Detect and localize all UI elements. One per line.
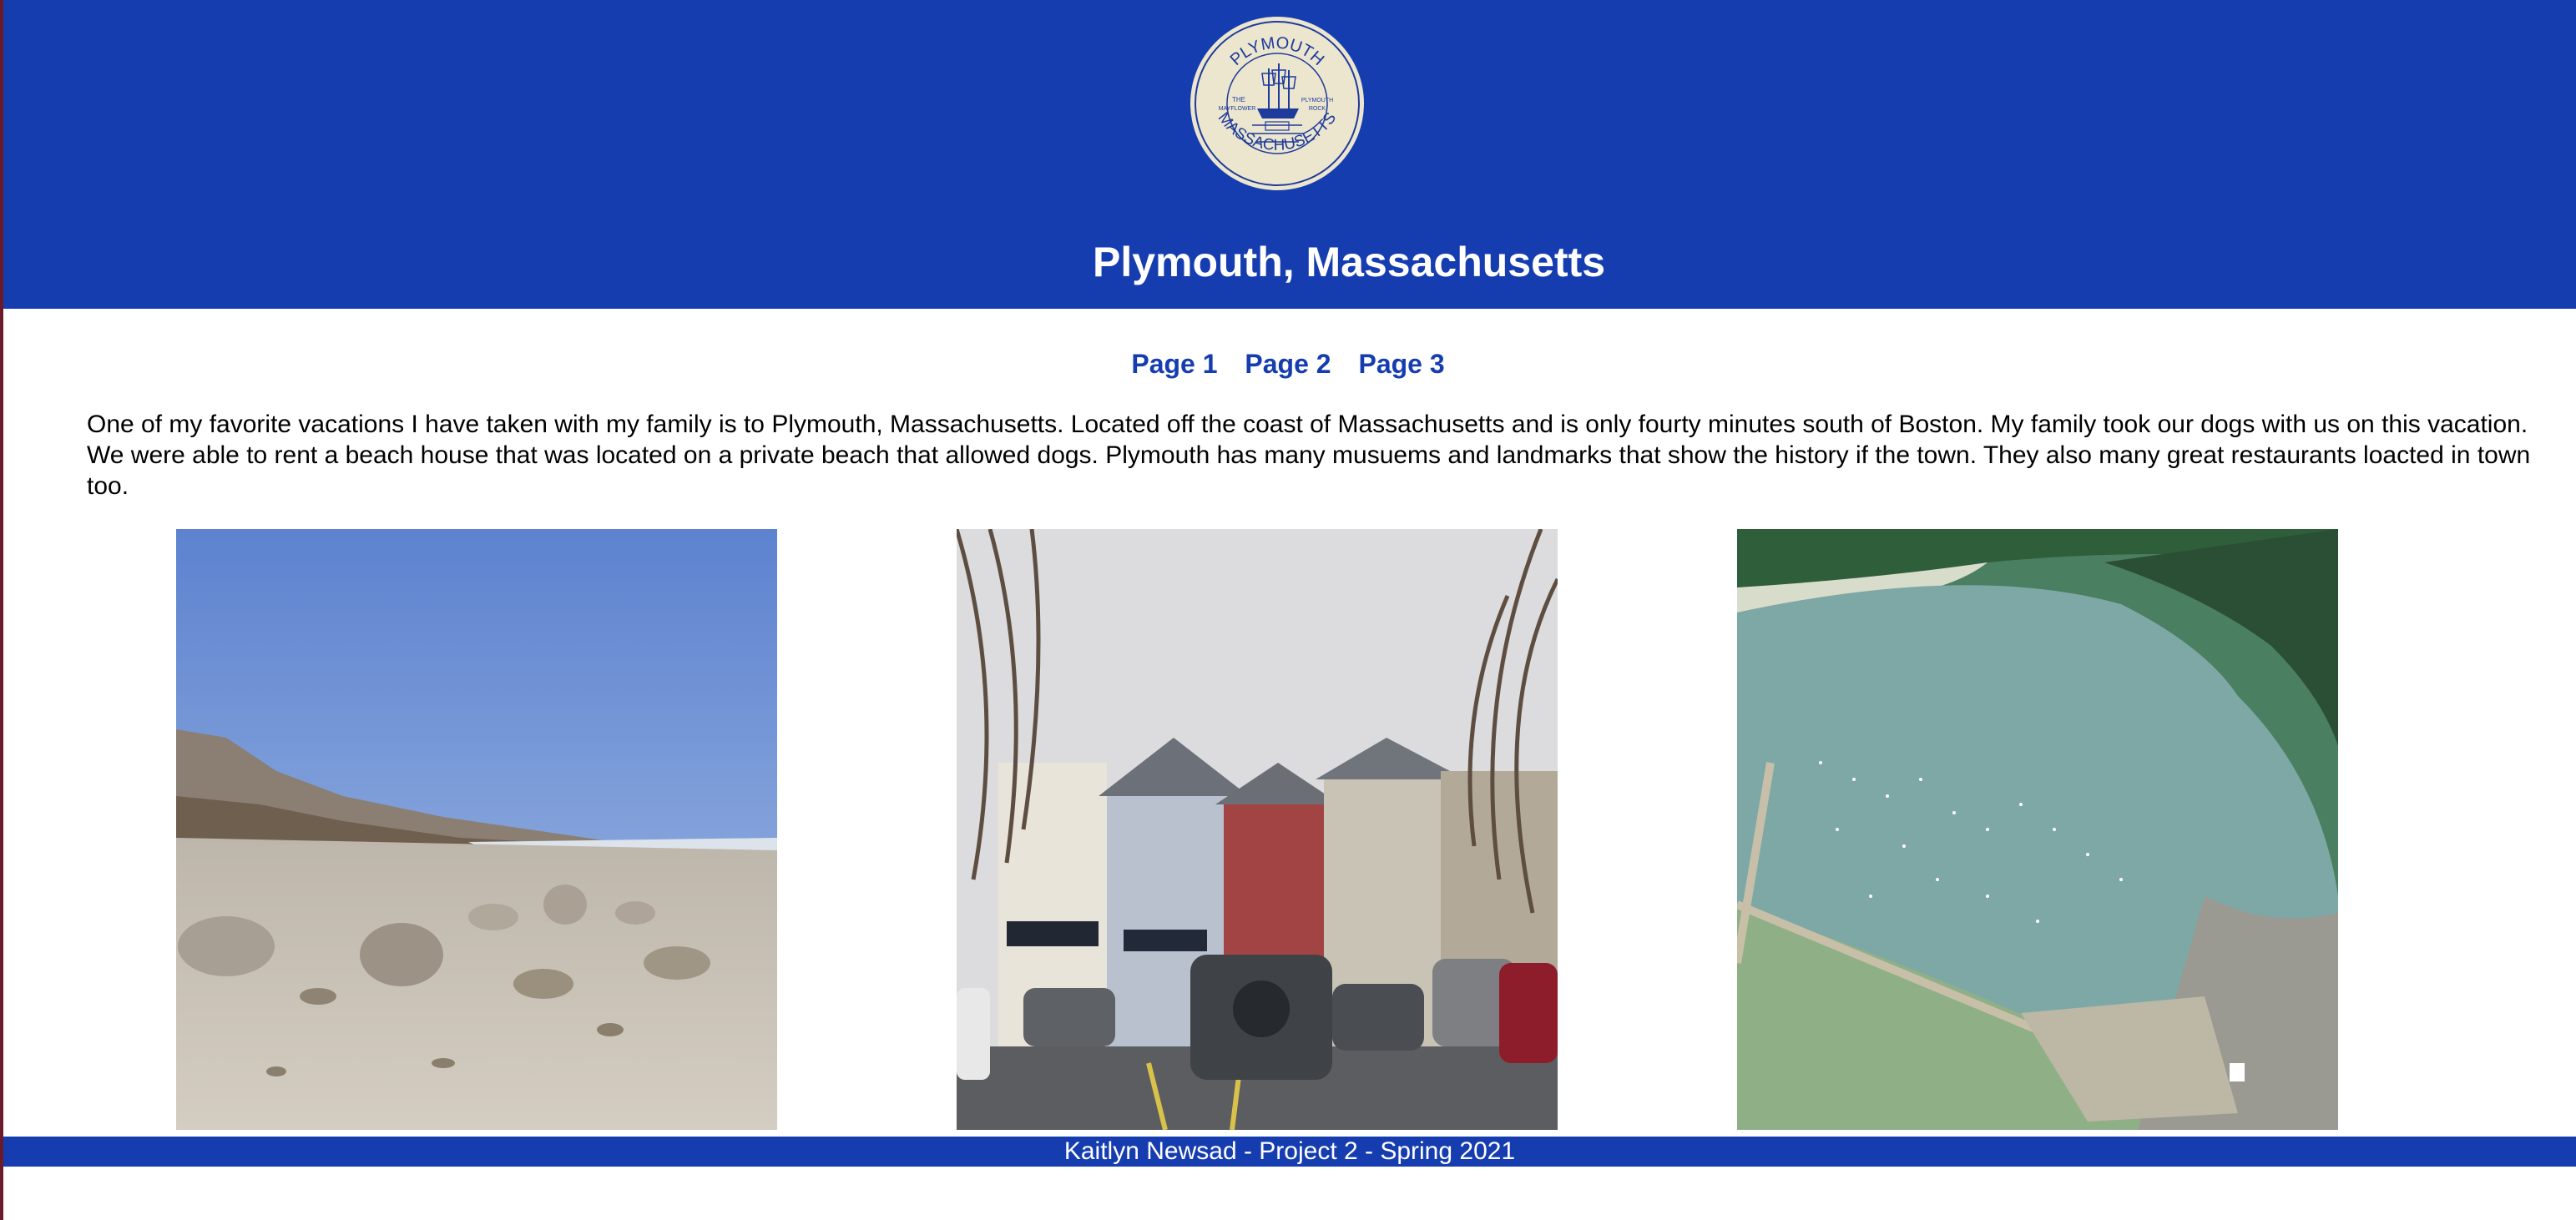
town-street-photo: [957, 529, 1558, 1130]
intro-paragraph: One of my favorite vacations I have take…: [87, 411, 2531, 500]
page-nav: Page 1 Page 2 Page 3: [0, 349, 2576, 380]
nav-link-page-2[interactable]: Page 2: [1245, 349, 1331, 379]
page-footer: Kaitlyn Newsad - Project 2 - Spring 2021: [3, 1137, 2576, 1167]
nav-link-page-1[interactable]: Page 1: [1131, 349, 1217, 379]
plymouth-seal-logo: PLYMOUTH MASSACHUSETTS THE MAYFLOWER PLY…: [1190, 17, 1364, 190]
svg-text:MAYFLOWER: MAYFLOWER: [1219, 106, 1256, 112]
svg-text:THE: THE: [1232, 96, 1245, 103]
beach-photo: [176, 529, 777, 1130]
nav-link-page-3[interactable]: Page 3: [1358, 349, 1444, 379]
svg-text:PLYMOUTH: PLYMOUTH: [1301, 98, 1333, 103]
page-header: PLYMOUTH MASSACHUSETTS THE MAYFLOWER PLY…: [3, 0, 2576, 309]
page-title: Plymouth, Massachusetts: [1092, 239, 1606, 285]
harbor-aerial-photo: [1737, 529, 2338, 1130]
svg-text:ROCK: ROCK: [1309, 106, 1326, 112]
